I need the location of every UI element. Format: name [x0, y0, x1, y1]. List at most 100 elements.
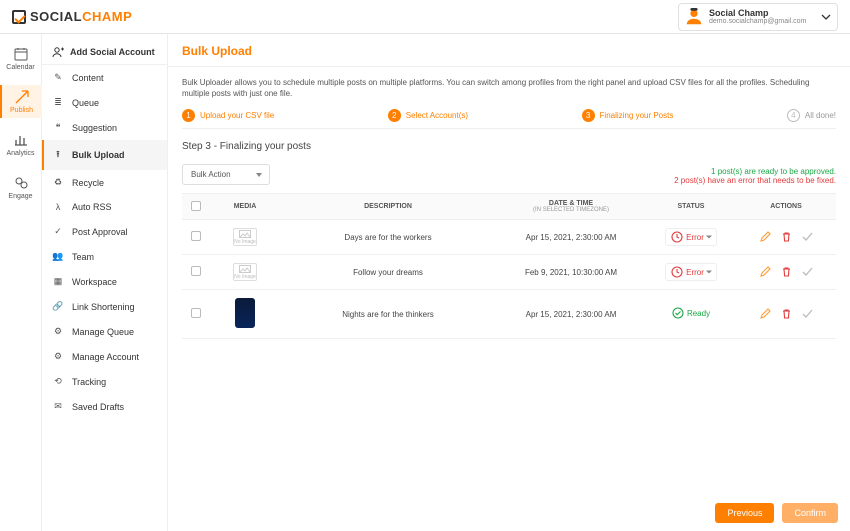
no-image-icon: No Image: [233, 228, 257, 246]
step-2[interactable]: 2Select Account(s): [388, 109, 468, 122]
delete-icon[interactable]: [781, 231, 792, 242]
clock-icon: [671, 266, 683, 278]
subnav-icon: ⭱: [52, 147, 64, 163]
status-err-msg: 2 post(s) have an error that needs to be…: [674, 176, 836, 185]
subnav-item-suggestion[interactable]: ❝Suggestion: [42, 115, 167, 140]
row-date: Feb 9, 2021, 10:30:00 AM: [496, 255, 646, 290]
edit-icon[interactable]: [760, 231, 771, 242]
brand-logo: SOCIALCHAMP: [12, 9, 132, 24]
rail-calendar[interactable]: Calendar: [0, 42, 42, 75]
table-row: No ImageFollow your dreamsFeb 9, 2021, 1…: [182, 255, 836, 290]
subnav-icon: ✓: [52, 226, 64, 237]
step-label: Upload your CSV file: [200, 111, 274, 120]
media-thumbnail: [235, 298, 255, 328]
row-checkbox[interactable]: [191, 231, 201, 241]
add-user-icon: [52, 46, 64, 58]
clock-icon: [671, 231, 683, 243]
rail-publish[interactable]: Publish: [0, 85, 42, 118]
subnav-item-recycle[interactable]: ♻ Recycle: [42, 170, 167, 195]
rail-label: Calendar: [6, 64, 34, 71]
step-label: All done!: [805, 111, 836, 120]
step-3[interactable]: 3 Finalizing your Posts: [582, 109, 674, 122]
rail-engage[interactable]: Engage: [0, 171, 42, 204]
subnav-item-manage-queue[interactable]: ⚙ Manage Queue: [42, 319, 167, 344]
subnav-item-workspace[interactable]: ▦ Workspace: [42, 269, 167, 294]
engage-icon: [13, 175, 29, 191]
approve-icon[interactable]: [802, 231, 813, 242]
row-date: Apr 15, 2021, 2:30:00 AM: [496, 220, 646, 255]
th-status: STATUS: [646, 194, 736, 220]
table-row: No Image Days are for the workersApr 15, …: [182, 220, 836, 255]
th-date-sub: (IN SELECTED TIMEZONE): [500, 207, 642, 213]
delete-icon[interactable]: [781, 266, 792, 277]
subnav-item-content[interactable]: ✎Content: [42, 65, 167, 90]
subnav-icon: ❝: [52, 122, 64, 133]
approve-icon[interactable]: [802, 308, 813, 319]
subnav-label: Content: [72, 73, 104, 83]
posts-table: MEDIA DESCRIPTION DATE & TIME(IN SELECTE…: [182, 193, 836, 339]
subnav-icon: 🔗: [52, 301, 64, 312]
page-title: Bulk Upload: [168, 34, 850, 67]
subnav-label: Manage Queue: [72, 327, 134, 337]
primary-rail: Calendar Publish Analytics Engage: [0, 34, 42, 531]
subnav-item-saved-drafts[interactable]: ✉Saved Drafts: [42, 394, 167, 419]
subnav-icon: ♻: [52, 177, 64, 188]
subnav-label: Tracking: [72, 377, 106, 387]
subnav-label: Auto RSS: [72, 202, 112, 212]
subnav-label: Workspace: [72, 277, 117, 287]
brand-name-b: CHAMP: [82, 9, 132, 24]
th-media: MEDIA: [210, 194, 280, 220]
subnav-item-manage-account[interactable]: ⚙Manage Account: [42, 344, 167, 369]
subnav-item-bulk-upload[interactable]: ⭱ Bulk Upload: [42, 140, 167, 170]
status-messages: 1 post(s) are ready to be approved. 2 po…: [674, 167, 836, 185]
row-checkbox[interactable]: [191, 266, 201, 276]
step-num: 3: [582, 109, 595, 122]
subnav-item-tracking[interactable]: ⟲Tracking: [42, 369, 167, 394]
subnav-label: Queue: [72, 98, 99, 108]
account-switcher[interactable]: Social Champ demo.socialchamp@gmail.com: [678, 3, 838, 31]
publish-icon: [14, 89, 30, 105]
account-email: demo.socialchamp@gmail.com: [709, 18, 806, 25]
subnav-icon: ▦: [52, 276, 64, 287]
account-name: Social Champ: [709, 8, 806, 18]
step-num: 2: [388, 109, 401, 122]
rail-label: Analytics: [6, 150, 34, 157]
subnav-icon: ✉: [52, 401, 64, 412]
step-num: 1: [182, 109, 195, 122]
row-description: Nights are for the thinkers: [280, 290, 496, 339]
status-error-select[interactable]: Error: [665, 263, 717, 281]
step-header: Step 3 - Finalizing your posts: [182, 141, 836, 152]
bulk-action-label: Bulk Action: [191, 170, 231, 179]
rail-label: Engage: [8, 193, 32, 200]
analytics-icon: [13, 132, 29, 148]
row-description: Days are for the workers: [280, 220, 496, 255]
subnav-item-queue[interactable]: ≣ Queue: [42, 90, 167, 115]
subnav-label: Manage Account: [72, 352, 139, 362]
subnav-item-link-shortening[interactable]: 🔗Link Shortening: [42, 294, 167, 319]
select-all-checkbox[interactable]: [191, 201, 201, 211]
approve-icon[interactable]: [802, 266, 813, 277]
row-checkbox[interactable]: [191, 308, 201, 318]
subnav-label: Bulk Upload: [72, 150, 125, 160]
previous-button[interactable]: Previous: [715, 503, 774, 523]
subnav-item-team[interactable]: 👥Team: [42, 244, 167, 269]
subnav-icon: ⚙: [52, 326, 64, 337]
status-error-select[interactable]: Error: [665, 228, 717, 246]
step-label: Finalizing your Posts: [600, 111, 674, 120]
subnav-label: Recycle: [72, 178, 104, 188]
subnav-item-post-approval[interactable]: ✓Post Approval: [42, 219, 167, 244]
subnav-icon: ≣: [52, 97, 64, 108]
step-1[interactable]: 1 Upload your CSV file: [182, 109, 274, 122]
delete-icon[interactable]: [781, 308, 792, 319]
rail-analytics[interactable]: Analytics: [0, 128, 42, 161]
step-4: 4All done!: [787, 109, 836, 122]
edit-icon[interactable]: [760, 266, 771, 277]
add-social-account[interactable]: Add Social Account: [42, 40, 167, 65]
no-image-icon: No Image: [233, 263, 257, 281]
confirm-button[interactable]: Confirm: [782, 503, 838, 523]
brand-name-a: SOCIAL: [30, 9, 82, 24]
edit-icon[interactable]: [760, 308, 771, 319]
bulk-action-select[interactable]: Bulk Action: [182, 164, 270, 185]
th-description: DESCRIPTION: [280, 194, 496, 220]
subnav-item-auto-rss[interactable]: λAuto RSS: [42, 195, 167, 219]
